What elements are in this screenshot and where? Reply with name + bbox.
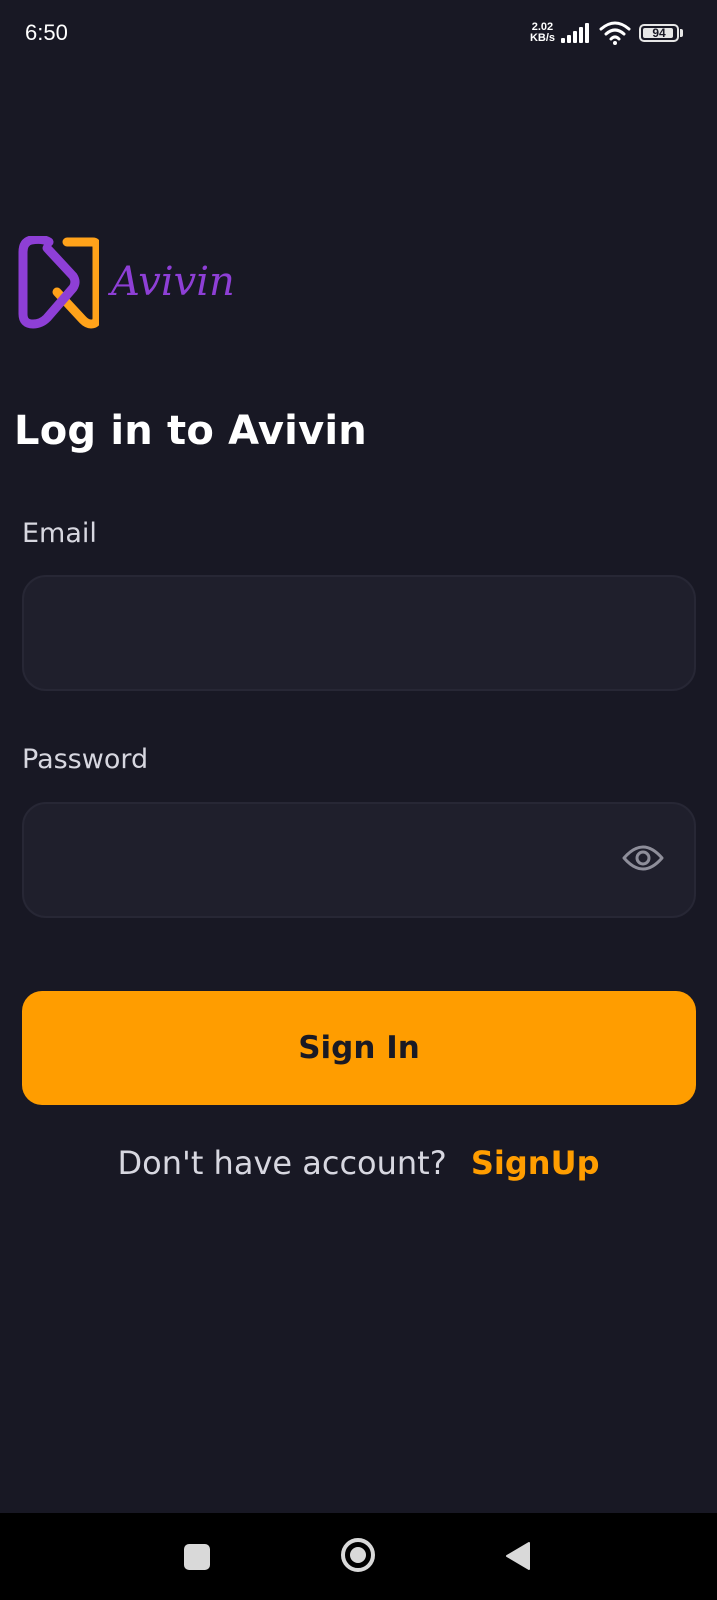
circle-icon[interactable] — [340, 1537, 376, 1573]
square-icon[interactable] — [184, 1544, 210, 1570]
status-time: 6:50 — [25, 20, 68, 45]
password-label: Password — [22, 744, 149, 775]
network-speed: 2.02 KB/s — [530, 22, 555, 44]
logo-mark-icon — [18, 236, 99, 329]
signup-link[interactable]: SignUp — [471, 1144, 600, 1182]
email-field-container — [22, 575, 696, 691]
signup-row: Don't have account? SignUp — [0, 1144, 717, 1182]
app-logo: Avivin — [17, 236, 267, 330]
battery-tip — [680, 29, 683, 37]
password-field-container — [22, 802, 696, 918]
eye-icon[interactable] — [622, 842, 664, 874]
status-icons: 2.02 KB/s 94 — [530, 20, 683, 46]
login-screen: 6:50 2.02 KB/s 94 Avivin Log in to Avivi… — [0, 0, 717, 1600]
signal-icon — [561, 23, 589, 43]
email-field[interactable] — [48, 577, 612, 691]
navigation-bar — [0, 1513, 717, 1600]
wifi-icon — [599, 21, 631, 45]
signup-prompt: Don't have account? — [117, 1144, 447, 1182]
battery-level: 94 — [652, 26, 666, 40]
svg-text:Avivin: Avivin — [107, 259, 235, 305]
password-field[interactable] — [48, 804, 612, 918]
battery-icon: 94 — [639, 24, 679, 42]
page-title: Log in to Avivin — [14, 408, 367, 454]
email-label: Email — [22, 518, 97, 549]
status-bar: 6:50 2.02 KB/s 94 — [0, 0, 717, 66]
sign-in-button[interactable]: Sign In — [22, 991, 696, 1105]
logo-wordmark: Avivin — [107, 259, 235, 305]
triangle-back-icon[interactable] — [505, 1541, 531, 1571]
network-speed-unit: KB/s — [529, 32, 555, 44]
